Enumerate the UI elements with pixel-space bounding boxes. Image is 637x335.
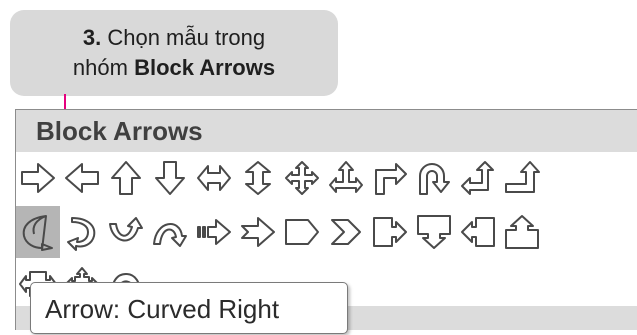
arrow-u-turn-shape[interactable]	[412, 152, 456, 204]
arrow-curved-right-shape[interactable]	[16, 206, 60, 258]
arrow-curved-right-icon	[22, 215, 53, 251]
arrow-up-icon	[111, 161, 141, 195]
arrow-striped-right-icon	[197, 219, 231, 245]
arrow-right-icon	[21, 163, 55, 193]
arrow-curved-down-shape[interactable]	[148, 206, 192, 258]
pentagon-icon	[285, 219, 319, 245]
arrow-left-shape[interactable]	[60, 152, 104, 204]
instruction-callout: 3. Chọn mẫu trong nhóm Block Arrows	[10, 10, 338, 96]
arrow-quad-shape[interactable]	[280, 152, 324, 204]
callout-line-1: 3. Chọn mẫu trong	[10, 23, 338, 53]
arrow-up-down-icon	[245, 161, 271, 195]
callout-right-arrow-shape[interactable]	[368, 206, 412, 258]
arrow-bent-shape[interactable]	[368, 152, 412, 204]
arrow-down-shape[interactable]	[148, 152, 192, 204]
arrow-striped-right-shape[interactable]	[192, 206, 236, 258]
arrow-bent-up-shape[interactable]	[500, 152, 544, 204]
callout-left-arrow-icon	[461, 217, 495, 247]
callout-up-arrow-shape[interactable]	[500, 206, 544, 258]
arrow-curved-up-shape[interactable]	[104, 206, 148, 258]
arrow-left-up-icon	[461, 161, 494, 195]
callout-down-arrow-shape[interactable]	[412, 206, 456, 258]
callout-left-arrow-shape[interactable]	[456, 206, 500, 258]
arrow-left-right-shape[interactable]	[192, 152, 236, 204]
arrow-right-shape[interactable]	[16, 152, 60, 204]
arrow-left-up-shape[interactable]	[456, 152, 500, 204]
callout-line-2-text: nhóm	[72, 55, 135, 80]
arrow-curved-left-shape[interactable]	[60, 206, 104, 258]
arrow-left-right-up-shape[interactable]	[324, 152, 368, 204]
callout-line-1-text: Chọn mẫu trong	[101, 25, 266, 50]
callout-line-2: nhóm Block Arrows	[10, 53, 338, 83]
shapes-row-1	[16, 152, 544, 204]
callout-up-arrow-icon	[505, 215, 539, 249]
arrow-down-icon	[155, 161, 185, 195]
pentagon-shape[interactable]	[280, 206, 324, 258]
callout-bold-text: Block Arrows	[134, 55, 276, 80]
callout-right-arrow-icon	[373, 217, 407, 247]
arrow-bent-up-icon	[505, 161, 540, 193]
arrow-quad-icon	[285, 161, 319, 195]
arrow-up-shape[interactable]	[104, 152, 148, 204]
arrow-notched-right-icon	[241, 217, 275, 247]
callout-down-arrow-icon	[417, 215, 451, 249]
chevron-shape[interactable]	[324, 206, 368, 258]
arrow-bent-icon	[375, 163, 407, 195]
arrow-curved-up-icon	[109, 217, 143, 242]
arrow-curved-left-icon	[67, 217, 96, 251]
arrow-up-down-shape[interactable]	[236, 152, 280, 204]
chevron-icon	[331, 219, 361, 245]
arrow-left-right-up-icon	[329, 161, 363, 193]
arrow-left-right-icon	[197, 165, 231, 191]
arrow-notched-right-shape[interactable]	[236, 206, 280, 258]
callout-step: 3.	[82, 25, 102, 50]
arrow-u-turn-icon	[419, 163, 450, 195]
arrow-left-icon	[65, 163, 99, 193]
arrow-curved-down-icon	[153, 223, 187, 247]
shapes-row-2	[16, 206, 544, 258]
shape-tooltip: Arrow: Curved Right	[30, 282, 348, 334]
block-arrows-header: Block Arrows	[16, 110, 637, 152]
